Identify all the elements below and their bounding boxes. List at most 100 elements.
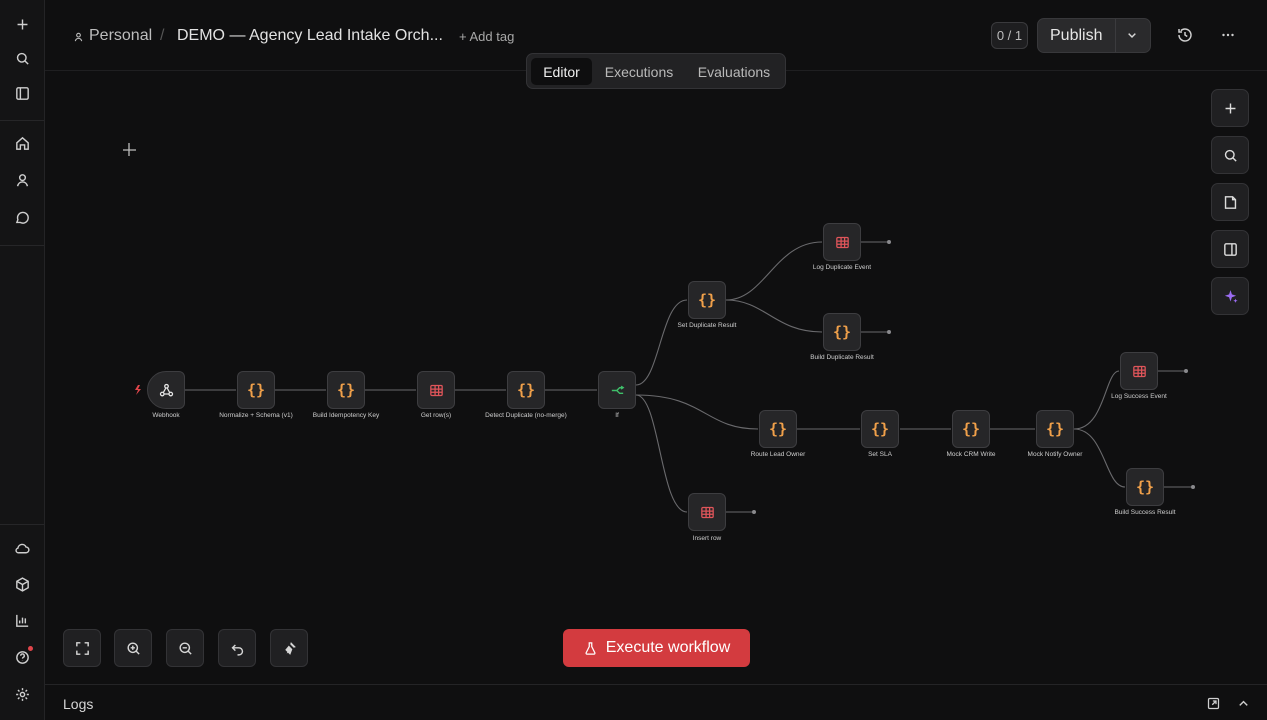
output-handle [887, 240, 891, 244]
table-icon [1132, 365, 1146, 377]
user-icon[interactable] [9, 167, 36, 194]
fit-view-button[interactable] [63, 629, 101, 667]
notification-dot [28, 646, 33, 651]
node-set-sla[interactable]: {} [861, 410, 899, 448]
if-icon [611, 385, 624, 394]
person-icon [73, 30, 84, 48]
sidebar-toggle-icon[interactable] [9, 80, 36, 107]
output-handle [1191, 485, 1195, 489]
node-label: Get row(s) [420, 412, 452, 419]
zoom-out-button[interactable] [166, 629, 204, 667]
execute-workflow-button[interactable]: Execute workflow [563, 629, 750, 667]
cloud-icon[interactable] [9, 535, 36, 562]
node-label: Log Duplicate Event [812, 264, 872, 271]
node-label: Route Lead Owner [750, 451, 806, 458]
zoom-in-button[interactable] [114, 629, 152, 667]
table-icon [429, 384, 443, 396]
zoom-in-icon [126, 641, 140, 655]
rail-divider [0, 524, 44, 525]
code-icon: {} [768, 420, 788, 438]
help-icon[interactable] [9, 644, 36, 671]
code-icon: {} [336, 381, 356, 399]
ai-assistant-button[interactable] [1211, 277, 1249, 315]
toggle-panel-button[interactable] [1211, 230, 1249, 268]
chart-icon[interactable] [9, 607, 36, 634]
search-icon[interactable] [9, 45, 36, 72]
publish-label: Publish [1050, 27, 1103, 44]
node-build-success[interactable]: {} [1126, 468, 1164, 506]
node-label: Normalize + Schema (v1) [219, 412, 293, 419]
chat-icon[interactable] [9, 204, 36, 231]
logs-panel[interactable]: Logs [45, 684, 1267, 720]
flask-icon [585, 641, 596, 655]
publish-divider [1115, 19, 1116, 52]
workflow-title[interactable]: DEMO — Agency Lead Intake Orch... [177, 27, 443, 45]
code-icon: {} [870, 420, 890, 438]
node-label: Set Duplicate Result [677, 322, 737, 329]
code-icon: {} [516, 381, 536, 399]
node-build-duplicate[interactable]: {} [823, 313, 861, 351]
code-icon: {} [697, 291, 717, 309]
history-icon[interactable] [1176, 26, 1194, 44]
node-mock-notify[interactable]: {} [1036, 410, 1074, 448]
code-icon: {} [832, 323, 852, 341]
package-icon[interactable] [9, 571, 36, 598]
broom-icon [284, 641, 296, 655]
node-route-owner[interactable]: {} [759, 410, 797, 448]
rail-divider [0, 120, 44, 121]
node-label: Detect Duplicate (no-merge) [485, 412, 567, 419]
output-handle [887, 330, 891, 334]
workflow-canvas[interactable]: Webhook {} Normalize + Schema (v1) {} Bu… [45, 71, 1267, 684]
node-label: If [615, 412, 619, 419]
chevron-up-icon[interactable] [1236, 696, 1251, 711]
trigger-bolt-icon [135, 385, 141, 395]
add-node-button[interactable] [1211, 89, 1249, 127]
code-icon: {} [1135, 478, 1155, 496]
left-sidebar [0, 0, 45, 720]
search-nodes-button[interactable] [1211, 136, 1249, 174]
more-options-icon[interactable] [1219, 26, 1237, 44]
table-icon [700, 506, 714, 518]
panel-icon [1223, 242, 1237, 256]
node-if[interactable] [598, 371, 636, 409]
node-log-success[interactable] [1120, 352, 1158, 390]
rail-divider [0, 245, 44, 246]
add-tag-button[interactable]: + Add tag [459, 29, 514, 44]
connections-layer [123, 143, 1195, 514]
breadcrumb-separator: / [160, 27, 165, 44]
sticky-note-button[interactable] [1211, 183, 1249, 221]
node-label: Mock CRM Write [946, 451, 996, 458]
home-icon[interactable] [9, 130, 36, 157]
chevron-down-icon[interactable] [1124, 27, 1140, 43]
node-mock-crm[interactable]: {} [952, 410, 990, 448]
node-get-rows[interactable] [417, 371, 455, 409]
node-insert-row[interactable] [688, 493, 726, 531]
undo-button[interactable] [218, 629, 256, 667]
table-icon [835, 236, 849, 248]
node-normalize[interactable]: {} [237, 371, 275, 409]
plus-icon [1225, 103, 1235, 113]
node-label: Build Duplicate Result [810, 354, 874, 361]
execute-label: Execute workflow [605, 639, 731, 656]
crosshair-icon [123, 143, 136, 156]
publish-button[interactable]: Publish [1037, 18, 1151, 53]
node-label: Set SLA [868, 451, 892, 458]
popout-icon[interactable] [1206, 696, 1221, 711]
logs-label: Logs [63, 696, 94, 712]
node-webhook[interactable] [147, 371, 185, 409]
node-label: Build Success Result [1114, 509, 1176, 516]
node-idempotency[interactable]: {} [327, 371, 365, 409]
output-handle [1184, 369, 1188, 373]
code-icon: {} [246, 381, 266, 399]
plus-icon[interactable] [9, 11, 36, 38]
connection [635, 299, 688, 386]
undo-icon [231, 643, 243, 656]
settings-icon[interactable] [9, 681, 36, 708]
tidy-up-button[interactable] [270, 629, 308, 667]
node-detect-duplicate[interactable]: {} [507, 371, 545, 409]
breadcrumb-project[interactable]: Personal [89, 27, 152, 45]
node-log-duplicate[interactable] [823, 223, 861, 261]
zoom-out-icon [178, 641, 192, 655]
node-set-duplicate[interactable]: {} [688, 281, 726, 319]
search-icon [1224, 149, 1237, 162]
